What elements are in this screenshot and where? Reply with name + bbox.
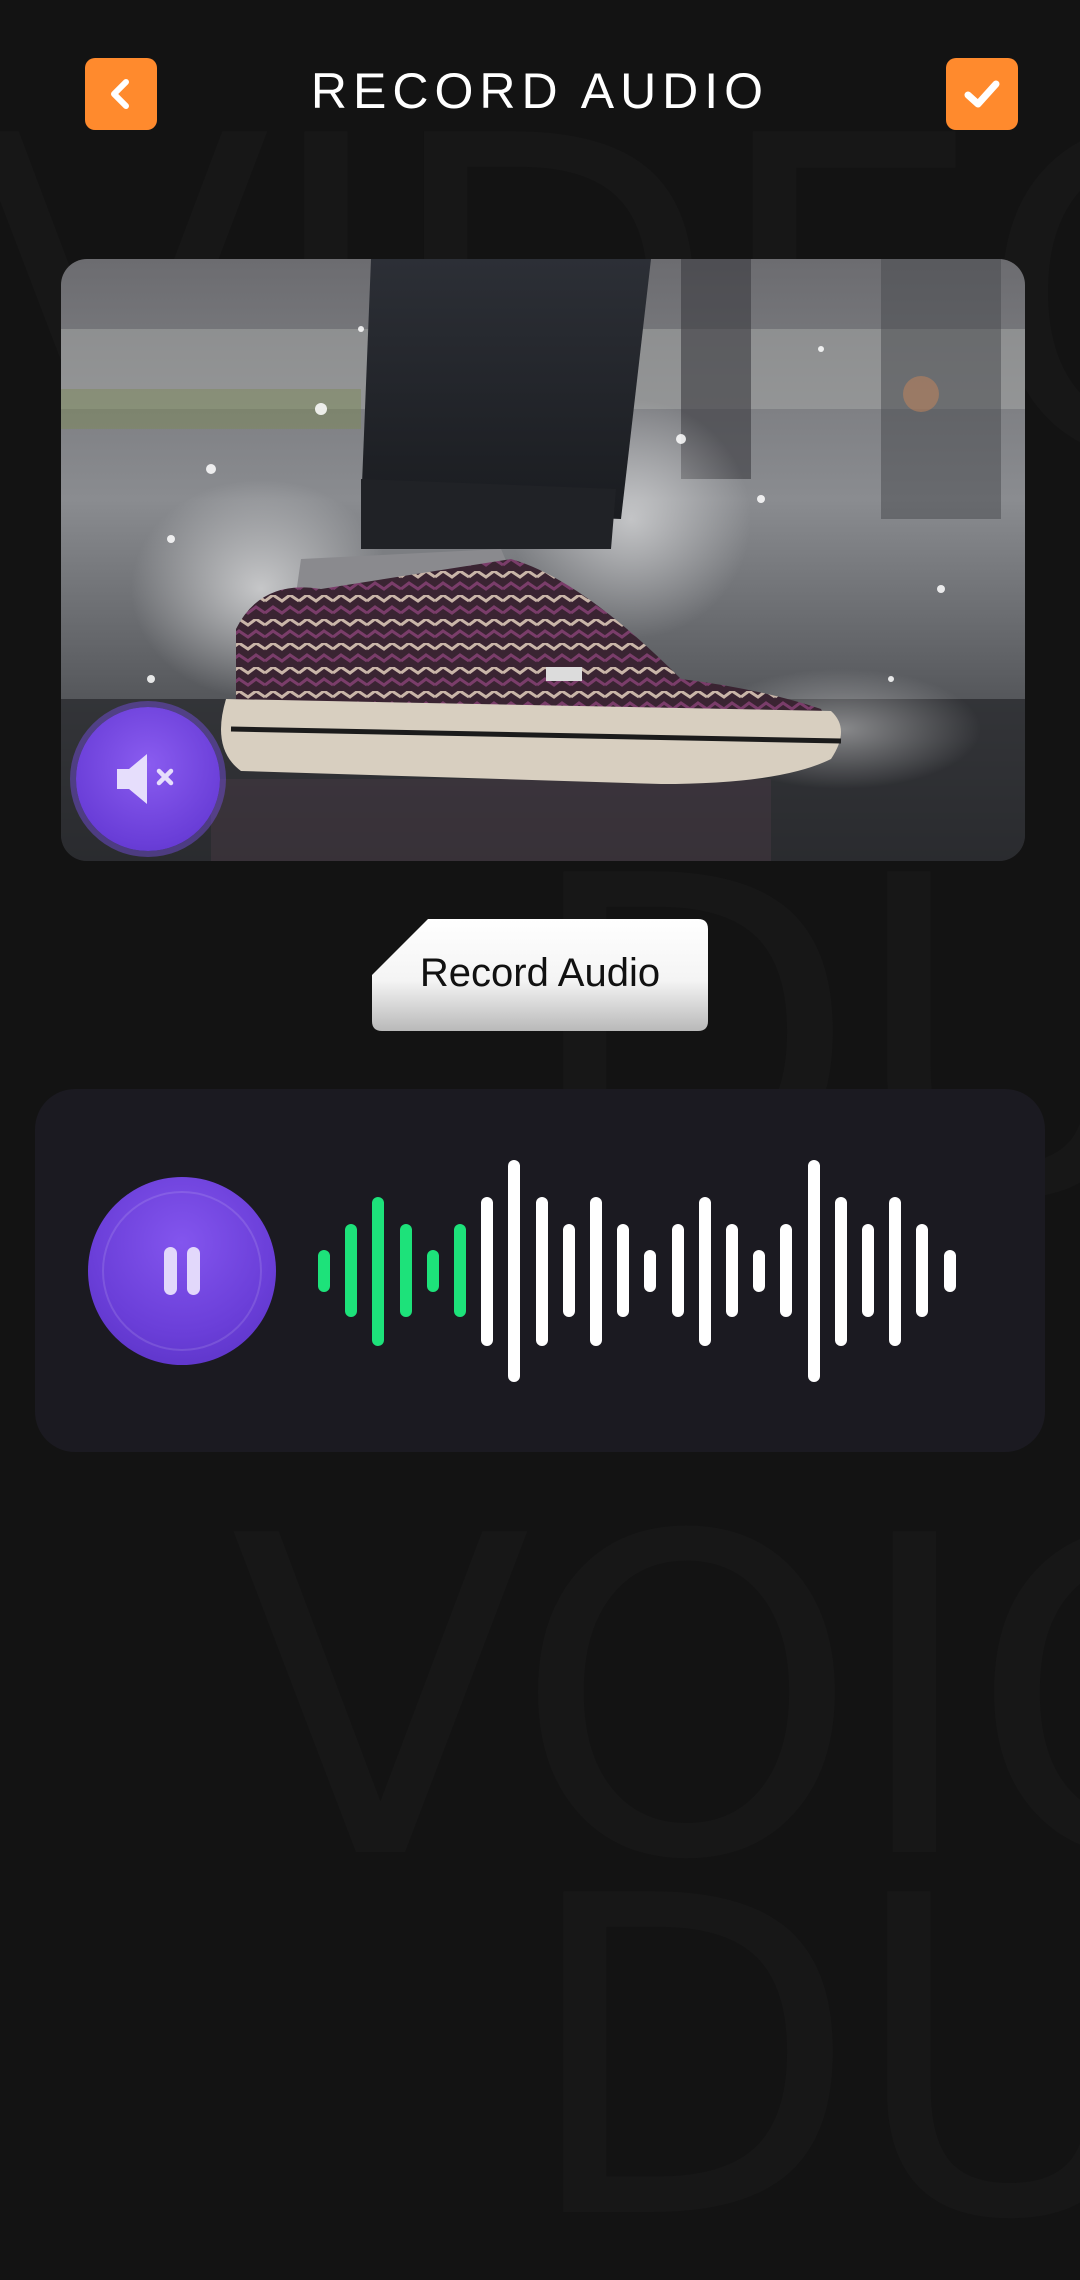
waveform-bar [753,1250,765,1292]
waveform-bar [780,1224,792,1317]
speaker-mute-icon [117,754,174,804]
waveform-bar-played [454,1224,466,1317]
check-icon [964,80,1000,108]
waveform-bar [862,1224,874,1317]
header: RECORD AUDIO [0,0,1080,190]
audio-waveform[interactable] [310,1157,990,1385]
waveform-bar [508,1160,520,1382]
record-audio-label: Record Audio [419,951,661,995]
waveform-bar [536,1197,548,1346]
pause-button-ring [102,1191,262,1351]
waveform-bar-played [400,1224,412,1317]
done-button[interactable] [946,58,1018,130]
waveform-bar [617,1224,629,1317]
waveform-bar [481,1197,493,1346]
waveform-bar [944,1250,956,1292]
page-title: RECORD AUDIO [310,63,770,119]
waveform-bar [699,1197,711,1346]
waveform-bar [672,1224,684,1317]
pause-button[interactable] [88,1177,276,1365]
waveform-bar-played [372,1197,384,1346]
waveform-bar-played [427,1250,439,1292]
waveform-bar [916,1224,928,1317]
waveform-bar [644,1250,656,1292]
waveform-bar [889,1197,901,1346]
waveform-bar [563,1224,575,1317]
waveform-bar-played [318,1250,330,1292]
record-audio-tab[interactable]: Record Audio [372,919,708,1031]
waveform-bar [808,1160,820,1382]
waveform-bar [835,1197,847,1346]
waveform-bar [590,1197,602,1346]
waveform-bar-played [345,1224,357,1317]
mute-button[interactable] [76,707,220,851]
waveform-bar [726,1224,738,1317]
